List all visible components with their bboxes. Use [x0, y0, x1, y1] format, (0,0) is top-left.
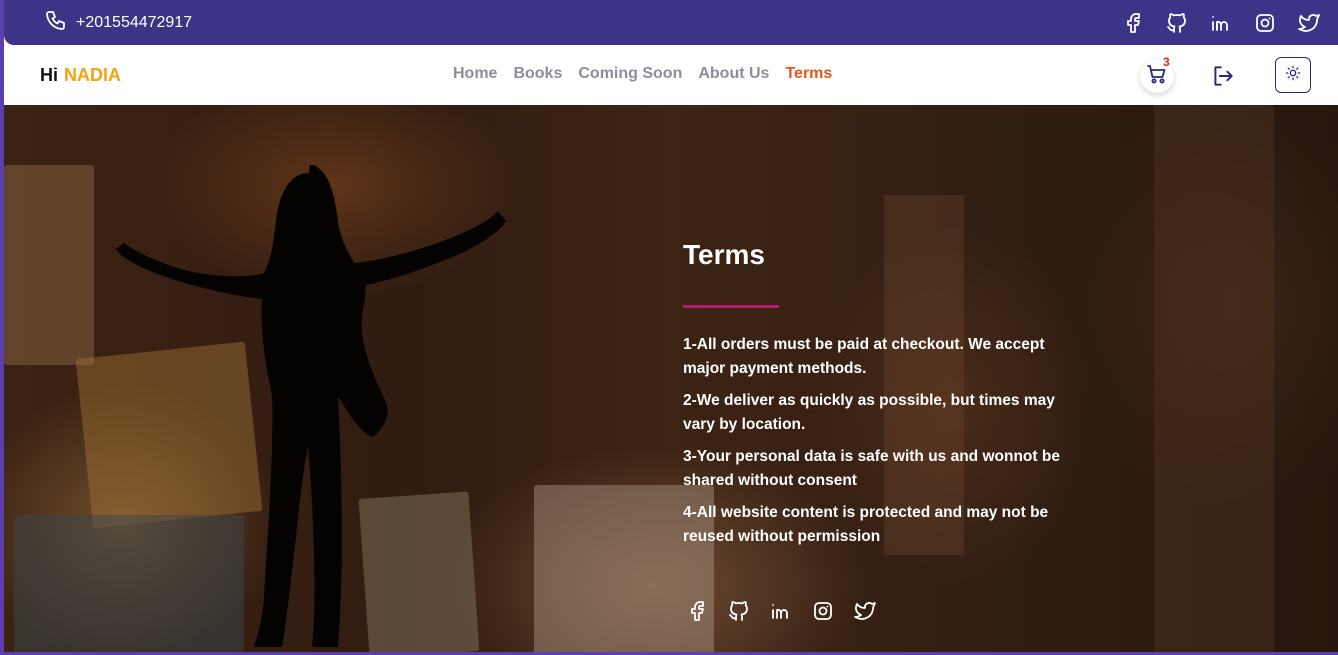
nav-about-us[interactable]: About Us: [698, 65, 769, 83]
term-item-1: 1-All orders must be paid at checkout. W…: [683, 336, 1045, 377]
github-icon[interactable]: [727, 599, 751, 623]
top-bar: +201554472917: [4, 0, 1338, 45]
phone-contact[interactable]: +201554472917: [44, 8, 192, 37]
nav-coming-soon[interactable]: Coming Soon: [578, 65, 682, 83]
phone-number: +201554472917: [76, 13, 193, 31]
terms-hero: Terms 1-All orders must be paid at check…: [4, 105, 1338, 652]
hero-social-links: [685, 599, 877, 623]
logout-icon: [1210, 66, 1236, 93]
nav-links: Home Books Coming Soon About Us Terms: [453, 65, 832, 83]
instagram-icon[interactable]: [811, 599, 835, 623]
nav-terms[interactable]: Terms: [785, 65, 832, 83]
term-item-3: 3-Your personal data is safe with us and…: [683, 448, 1060, 489]
linkedin-icon[interactable]: [769, 599, 793, 623]
term-item-2: 2-We deliver as quickly as possible, but…: [683, 392, 1055, 433]
term-item-4: 4-All website content is protected and m…: [683, 504, 1049, 545]
greeting-text: Hi: [40, 65, 58, 85]
instagram-icon[interactable]: [1252, 10, 1278, 36]
sun-icon: [1285, 65, 1301, 86]
cart-button[interactable]: 3: [1140, 55, 1174, 93]
user-name: NADIA: [64, 65, 121, 85]
terms-title: Terms: [683, 239, 765, 270]
phone-icon: [44, 8, 68, 37]
linkedin-icon[interactable]: [1208, 10, 1234, 36]
page-frame: +201554472917 Hi NADIA Home Books Coming…: [4, 0, 1338, 652]
logout-button[interactable]: [1210, 63, 1236, 89]
facebook-icon[interactable]: [1120, 10, 1146, 36]
main-navbar: Hi NADIA Home Books Coming Soon About Us …: [4, 45, 1338, 105]
cart-count-badge: 3: [1163, 55, 1170, 69]
woman-silhouette: [116, 165, 506, 647]
twitter-icon[interactable]: [853, 599, 877, 623]
twitter-icon[interactable]: [1296, 10, 1322, 36]
title-underline: [683, 305, 779, 308]
theme-toggle-button[interactable]: [1275, 57, 1311, 93]
user-greeting: Hi NADIA: [40, 65, 121, 86]
nav-books[interactable]: Books: [513, 65, 562, 83]
github-icon[interactable]: [1164, 10, 1190, 36]
top-social-links: [1120, 10, 1322, 36]
nav-home[interactable]: Home: [453, 65, 497, 83]
terms-content: Terms 1-All orders must be paid at check…: [683, 239, 1073, 557]
facebook-icon[interactable]: [685, 599, 709, 623]
